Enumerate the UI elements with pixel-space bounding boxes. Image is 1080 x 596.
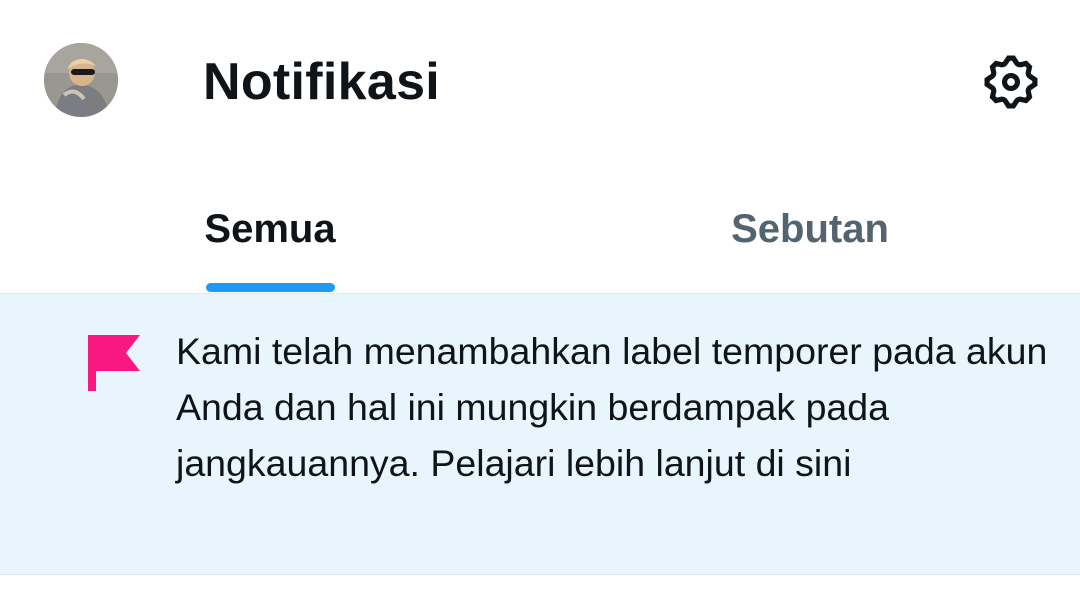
active-tab-indicator <box>206 283 335 292</box>
page-title: Notifikasi <box>203 53 441 111</box>
notice-text: Kami telah menambahkan label temporer pa… <box>176 330 1048 484</box>
tab-all[interactable]: Semua <box>150 180 390 293</box>
top-app-bar: Notifikasi <box>0 0 1080 165</box>
tab-mentions-label: Sebutan <box>731 207 889 251</box>
tab-all-label: Semua <box>204 207 336 251</box>
gear-icon <box>984 55 1038 109</box>
avatar-image <box>44 43 118 117</box>
profile-avatar[interactable] <box>44 43 118 117</box>
tab-mentions[interactable]: Sebutan <box>690 180 930 293</box>
notification-tabs: Semua Sebutan <box>0 180 1080 294</box>
flag-icon <box>88 335 140 391</box>
settings-button[interactable] <box>978 49 1044 115</box>
